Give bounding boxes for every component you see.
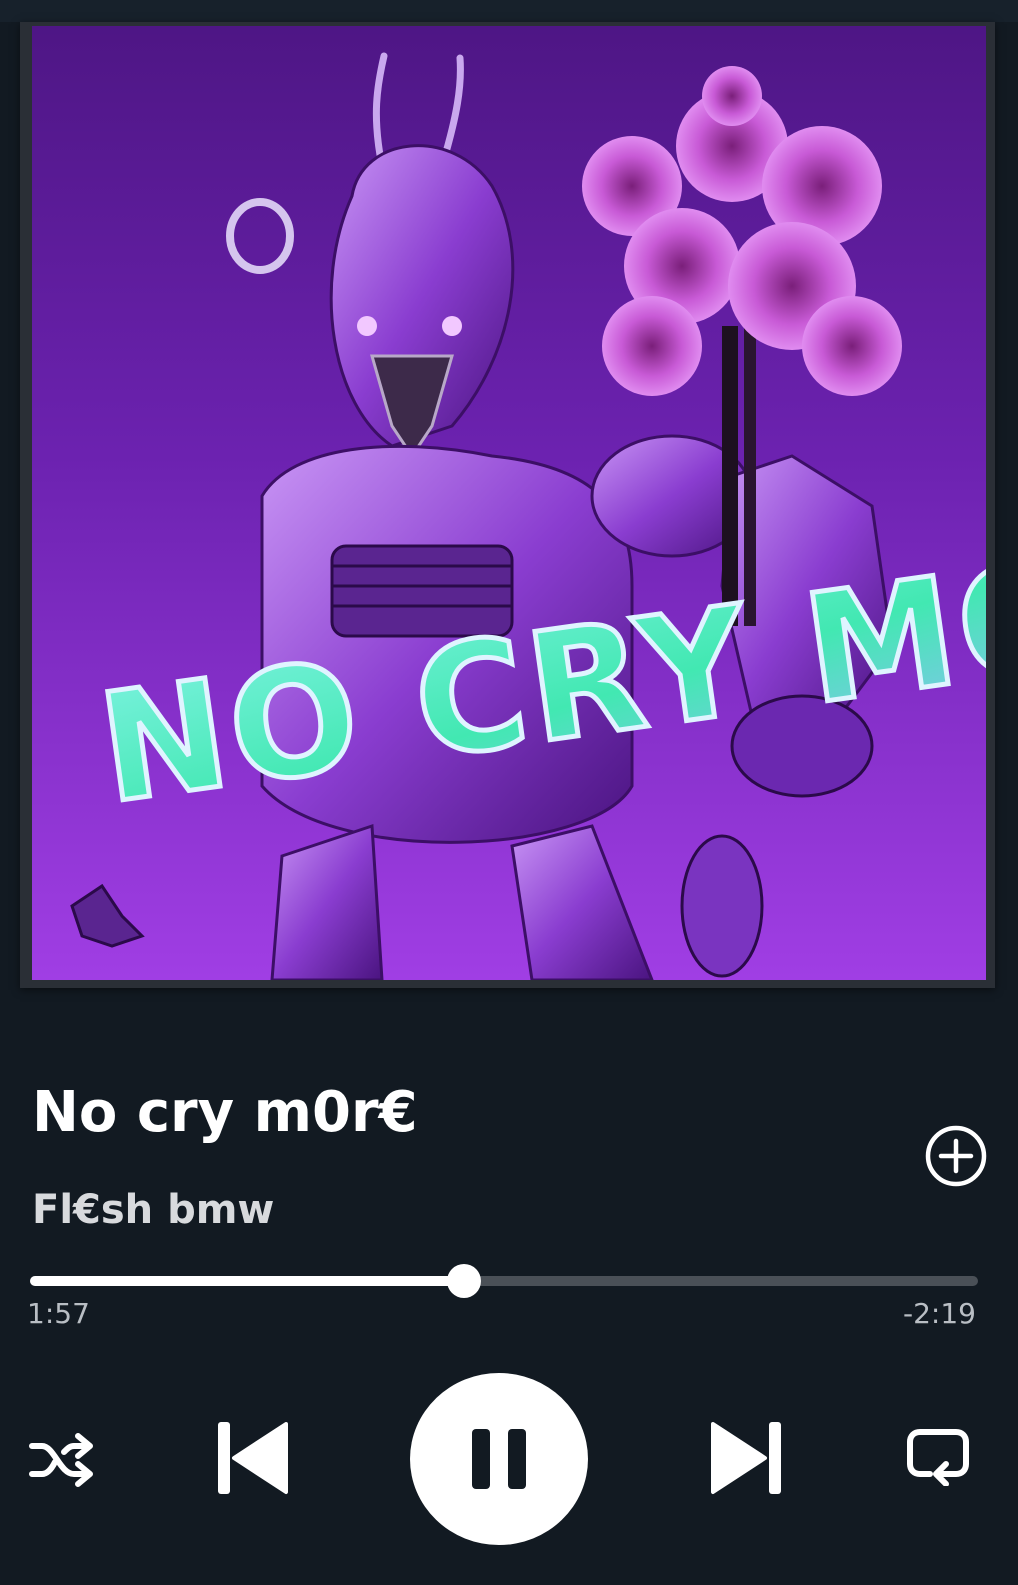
album-artwork: NO CRY MORE	[32, 26, 986, 980]
progress-thumb[interactable]	[447, 1264, 482, 1298]
pause-icon	[472, 1429, 526, 1489]
repeat-button[interactable]	[906, 1428, 970, 1487]
track-title: No cry m0r€	[32, 1080, 418, 1145]
pause-button[interactable]	[410, 1373, 588, 1545]
remaining-time: -2:19	[903, 1297, 976, 1330]
elapsed-time: 1:57	[27, 1297, 90, 1330]
add-circle-icon	[925, 1125, 987, 1187]
album-artwork-illustration: NO CRY MORE	[70, 52, 986, 980]
previous-track-button[interactable]	[216, 1418, 290, 1498]
shuffle-icon	[29, 1433, 93, 1487]
skip-next-icon	[711, 1422, 781, 1494]
status-bar	[0, 0, 1018, 22]
progress-bar[interactable]	[30, 1264, 978, 1298]
next-track-button[interactable]	[709, 1418, 783, 1498]
skip-previous-icon	[218, 1422, 288, 1494]
shuffle-button[interactable]	[28, 1432, 94, 1488]
progress-fill	[30, 1276, 465, 1286]
artist-name[interactable]: Fl€sh bmw	[32, 1190, 274, 1230]
repeat-icon	[907, 1429, 969, 1487]
add-to-library-button[interactable]	[924, 1124, 988, 1188]
